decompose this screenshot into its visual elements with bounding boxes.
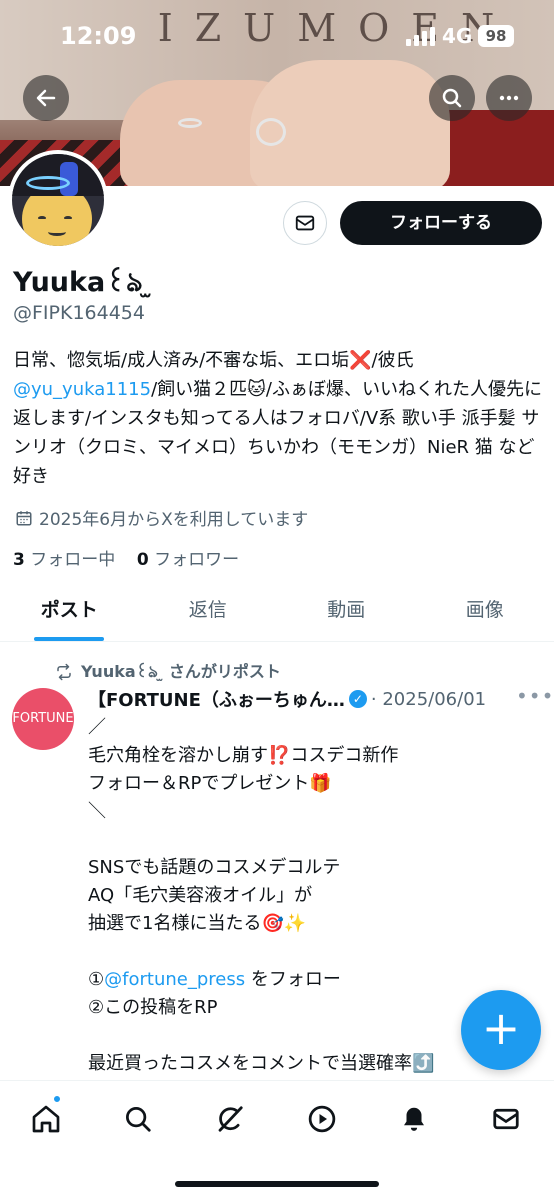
tab-indicator bbox=[34, 637, 105, 641]
followers-link[interactable]: 0 フォロワー bbox=[137, 550, 239, 570]
compose-button[interactable]: + bbox=[461, 990, 541, 1070]
following-count: 3 bbox=[13, 550, 25, 570]
status-time: 12:09 bbox=[60, 22, 137, 50]
tab-images[interactable]: 画像 bbox=[416, 580, 554, 641]
profile-bio: 日常、惚気垢/成人済み/不審な垢、エロ垢❌/彼氏@yu_yuka1115/飼い猫… bbox=[13, 346, 543, 491]
tab-posts[interactable]: ポスト bbox=[0, 580, 139, 641]
search-icon bbox=[126, 1107, 151, 1132]
followers-count: 0 bbox=[136, 550, 149, 570]
nav-grok[interactable] bbox=[210, 1099, 250, 1139]
battery-icon: 98 bbox=[478, 25, 514, 47]
nav-video[interactable] bbox=[302, 1099, 342, 1139]
tab-label: 動画 bbox=[327, 599, 366, 621]
nav-home[interactable] bbox=[26, 1099, 66, 1139]
video-icon bbox=[308, 1105, 336, 1133]
calendar-icon bbox=[16, 510, 32, 525]
home-icon bbox=[32, 1105, 60, 1133]
bio-text: 日常、惚気垢/成人済み/不審な垢、エロ垢❌/彼氏 bbox=[13, 350, 414, 371]
home-indicator bbox=[175, 1181, 379, 1187]
repost-indicator: Yuuka꒰ঌ ̫ さんがリポスト bbox=[55, 658, 281, 686]
mail-icon bbox=[295, 215, 315, 231]
profile-tabs: ポスト 返信 動画 画像 bbox=[0, 580, 554, 642]
profile-name: Yuuka꒰ঌ ̫ bbox=[13, 267, 152, 298]
tab-replies[interactable]: 返信 bbox=[139, 580, 278, 641]
more-icon bbox=[499, 95, 519, 101]
followers-label: フォロワー bbox=[154, 550, 240, 570]
search-icon bbox=[442, 88, 462, 108]
status-bar: 12:09 4G 98 bbox=[0, 0, 554, 70]
avatar-mouth bbox=[48, 228, 66, 236]
nav-search[interactable] bbox=[118, 1099, 158, 1139]
ring-icon bbox=[256, 118, 286, 146]
signal-icon bbox=[406, 27, 435, 46]
tab-label: 画像 bbox=[465, 599, 504, 621]
follow-button[interactable]: フォローする bbox=[340, 201, 542, 245]
post-text: ／ 毛穴角栓を溶かし崩す⁉️コスデコ新作 フォロー＆RPでプレゼント🎁 ＼ SN… bbox=[88, 717, 399, 990]
nav-notifications[interactable] bbox=[394, 1099, 434, 1139]
tab-label: 返信 bbox=[188, 599, 227, 621]
back-button[interactable] bbox=[23, 75, 69, 121]
message-button[interactable] bbox=[283, 201, 327, 245]
repost-label: Yuuka꒰ঌ ̫ さんがリポスト bbox=[81, 662, 281, 681]
repost-icon bbox=[57, 663, 71, 681]
bio-mention-link[interactable]: @yu_yuka1115 bbox=[13, 379, 151, 400]
ring-icon bbox=[178, 118, 202, 128]
joined-date: 2025年6月からXを利用しています bbox=[15, 505, 308, 530]
tab-videos[interactable]: 動画 bbox=[277, 580, 416, 641]
post-header: 【FORTUNE（ふぉーちゅん… ✓ · 2025/06/01 bbox=[88, 686, 508, 712]
post-mention-link[interactable]: @fortune_press bbox=[104, 969, 245, 990]
tab-label: ポスト bbox=[40, 599, 98, 621]
avatar-eye bbox=[38, 216, 46, 220]
more-button[interactable] bbox=[486, 75, 532, 121]
following-label: フォロー中 bbox=[30, 550, 116, 570]
bell-icon bbox=[404, 1107, 424, 1131]
post-author[interactable]: 【FORTUNE（ふぉーちゅん… bbox=[88, 686, 345, 712]
arrow-left-icon bbox=[36, 89, 56, 107]
post-author-avatar[interactable]: FORTUNE bbox=[12, 688, 74, 750]
profile-handle: @FIPK164454 bbox=[13, 302, 145, 324]
nav-messages[interactable] bbox=[486, 1099, 526, 1139]
halo-icon bbox=[26, 176, 70, 190]
verified-icon: ✓ bbox=[348, 690, 367, 708]
mail-icon bbox=[493, 1108, 519, 1130]
grok-icon bbox=[218, 1106, 243, 1132]
network-type: 4G bbox=[442, 24, 473, 48]
avatar-eye bbox=[64, 216, 72, 220]
post-date[interactable]: · 2025/06/01 bbox=[371, 689, 486, 710]
plus-icon: + bbox=[481, 1001, 521, 1055]
follow-stats: 3 フォロー中 0 フォロワー bbox=[13, 545, 239, 570]
joined-text: 2025年6月からXを利用しています bbox=[39, 510, 309, 530]
search-button[interactable] bbox=[429, 75, 475, 121]
home-notification-dot bbox=[52, 1094, 62, 1104]
avatar[interactable] bbox=[8, 150, 108, 250]
post-more-icon[interactable]: ••• bbox=[516, 684, 554, 708]
following-link[interactable]: 3 フォロー中 bbox=[13, 550, 115, 570]
